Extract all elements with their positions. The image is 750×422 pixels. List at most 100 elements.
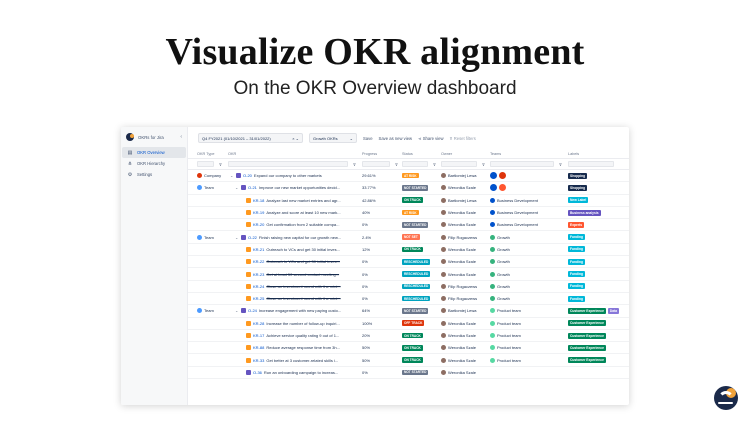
label-tag[interactable]: Customer Experience: [568, 332, 606, 339]
okr-title[interactable]: Outreach to VCs and get 30 initial inves…: [266, 247, 340, 252]
label-tag[interactable]: Customer Experience: [568, 320, 606, 327]
col-header-owner[interactable]: Owner: [441, 152, 490, 156]
okr-group-select[interactable]: Growth OKRs ⌄: [309, 133, 357, 143]
label-tag[interactable]: Shopping: [568, 172, 588, 179]
filter-input[interactable]: [197, 161, 214, 167]
expand-chevron-icon[interactable]: ⌄: [235, 235, 239, 240]
expand-chevron-icon[interactable]: ⌄: [235, 185, 239, 190]
okr-key-link[interactable]: KR-25: [253, 296, 264, 301]
sidebar-item-okr-overview[interactable]: ▤ OKR Overview: [122, 147, 186, 158]
okr-title[interactable]: Increase engagement with new paying cust…: [259, 308, 341, 313]
table-row[interactable]: KR-28 Increase the number of follow-up in…: [188, 318, 629, 330]
save-button[interactable]: Save: [363, 136, 373, 141]
table-row[interactable]: KR-17 Achieve service quality rating 9 ou…: [188, 330, 629, 343]
col-header-labels[interactable]: Labels: [568, 152, 628, 156]
table-row[interactable]: KR-88 Reduce average response time from 3…: [188, 342, 629, 355]
table-row[interactable]: KR-24 Close an investment round with the …: [188, 281, 629, 293]
label-tag[interactable]: Customer Experience: [568, 357, 606, 364]
team-name[interactable]: Product team: [497, 308, 521, 313]
filter-icon[interactable]: ⊽: [433, 162, 436, 167]
label-tag[interactable]: Funding: [568, 283, 585, 290]
reset-filters-button[interactable]: ⊽ Reset filters: [449, 136, 475, 141]
team-name[interactable]: Growth: [497, 284, 510, 289]
table-row[interactable]: KR-18 Analyze last new market entries and…: [188, 195, 629, 207]
okr-key-link[interactable]: KR-19: [253, 210, 264, 215]
table-row[interactable]: Team ⌄ O-24 Increase engagement with new pa…: [188, 305, 629, 318]
label-tag[interactable]: Customer Experience: [568, 307, 606, 314]
label-tag[interactable]: Experts: [568, 221, 585, 228]
table-row[interactable]: KR-33 Get better at 3 customer-related sk…: [188, 354, 629, 367]
filter-icon[interactable]: ⊽: [395, 162, 398, 167]
filter-icon[interactable]: ⊽: [353, 162, 356, 167]
table-row[interactable]: KR-20 Get confirmation from 2 suitable co…: [188, 219, 629, 232]
team-name[interactable]: Product team: [497, 321, 521, 326]
okr-key-link[interactable]: O-20: [243, 173, 252, 178]
okr-title[interactable]: Get better at 3 customer-related skills …: [266, 358, 338, 363]
filter-icon[interactable]: ⊽: [559, 162, 562, 167]
team-name[interactable]: Business Development: [497, 222, 538, 227]
okr-key-link[interactable]: O-22: [248, 235, 257, 240]
okr-key-link[interactable]: KR-28: [253, 321, 264, 326]
okr-key-link[interactable]: KR-20: [253, 222, 264, 227]
label-tag[interactable]: Data: [607, 307, 620, 314]
clear-icon[interactable]: × ⌄: [292, 136, 299, 141]
filter-input[interactable]: [228, 161, 348, 167]
okr-key-link[interactable]: O-21: [248, 185, 257, 190]
status-badge[interactable]: NOT STARTED: [402, 222, 429, 228]
table-row[interactable]: Company ⌄ O-20 Expand our company to other …: [188, 170, 629, 183]
okr-title[interactable]: Achieve service quality rating 9 out of …: [266, 333, 339, 338]
okr-title[interactable]: Close an investment round with the mini.…: [266, 296, 340, 301]
table-row[interactable]: KR-22 Outreach to VCs and get 30 initial …: [188, 256, 629, 269]
sidebar-item-okr-hierarchy[interactable]: ⋔ OKR Hierarchy: [122, 158, 186, 169]
okr-key-link[interactable]: KR-88: [253, 345, 264, 350]
label-tag[interactable]: Business analysis: [568, 209, 601, 216]
table-row[interactable]: KR-23 Get at least 50 second contact meet…: [188, 268, 629, 281]
okr-key-link[interactable]: KR-18: [253, 198, 264, 203]
filter-icon[interactable]: ⊽: [482, 162, 485, 167]
filter-input[interactable]: [441, 161, 477, 167]
okr-key-link[interactable]: KR-23: [253, 272, 264, 277]
filter-input[interactable]: [490, 161, 554, 167]
status-badge[interactable]: NOT STARTED: [402, 308, 429, 314]
okr-title[interactable]: Expand our company to other markets: [254, 173, 322, 178]
okr-title[interactable]: Outreach to VCs and get 30 initial inves…: [266, 259, 340, 264]
filter-input[interactable]: [362, 161, 390, 167]
okr-key-link[interactable]: KR-22: [253, 259, 264, 264]
team-name[interactable]: Growth: [497, 259, 510, 264]
expand-chevron-icon[interactable]: ⌄: [230, 173, 234, 178]
filter-icon[interactable]: ⊽: [219, 162, 222, 167]
status-badge[interactable]: ON TRACK: [402, 345, 423, 351]
okr-key-link[interactable]: KR-17: [253, 333, 264, 338]
save-as-new-view-button[interactable]: Save as new view: [379, 136, 413, 141]
filter-input[interactable]: [568, 161, 614, 167]
label-tag[interactable]: New Label: [568, 197, 589, 204]
okr-title[interactable]: Finish raising new capital for our growt…: [259, 235, 341, 240]
table-row[interactable]: Team ⌄ O-22 Finish raising new capital for …: [188, 231, 629, 244]
okr-key-link[interactable]: O-36: [253, 370, 262, 375]
okr-title[interactable]: Improve our new market opportunities dec…: [259, 185, 340, 190]
status-badge[interactable]: ON TRACK: [402, 197, 423, 204]
okr-key-link[interactable]: KR-24: [253, 284, 264, 289]
okr-key-link[interactable]: KR-21: [253, 247, 264, 252]
table-row[interactable]: KR-25 Close an investment round with the …: [188, 293, 629, 306]
table-row[interactable]: KR-21 Outreach to VCs and get 30 initial …: [188, 244, 629, 257]
okr-title[interactable]: Analyze last new market entries and agr.…: [266, 198, 340, 203]
col-header-status[interactable]: Status: [402, 152, 441, 156]
share-view-button[interactable]: ⋖ Share view: [418, 136, 443, 141]
expand-chevron-icon[interactable]: ⌄: [235, 308, 239, 313]
okr-title[interactable]: Run an onboarding campaign to increas...: [264, 370, 338, 375]
status-badge[interactable]: ON TRACK: [402, 357, 423, 363]
team-name[interactable]: Growth: [497, 247, 510, 252]
label-tag[interactable]: Funding: [568, 234, 585, 241]
label-tag[interactable]: Funding: [568, 295, 585, 302]
label-tag[interactable]: Shopping: [568, 184, 588, 191]
label-tag[interactable]: Funding: [568, 246, 585, 253]
okr-key-link[interactable]: O-24: [248, 308, 257, 313]
team-name[interactable]: Business Development: [497, 198, 538, 203]
period-select[interactable]: Q4 FY2021 (01/10/2021 – 31/01/2022) × ⌄: [198, 133, 303, 143]
status-badge[interactable]: RESCHEDULED: [402, 271, 431, 277]
okr-title[interactable]: Get confirmation from 2 suitable compa..…: [266, 222, 339, 227]
label-tag[interactable]: Funding: [568, 258, 585, 265]
status-badge[interactable]: AT RISK: [402, 209, 419, 216]
table-row[interactable]: Team ⌄ O-21 Improve our new market opportun…: [188, 182, 629, 195]
